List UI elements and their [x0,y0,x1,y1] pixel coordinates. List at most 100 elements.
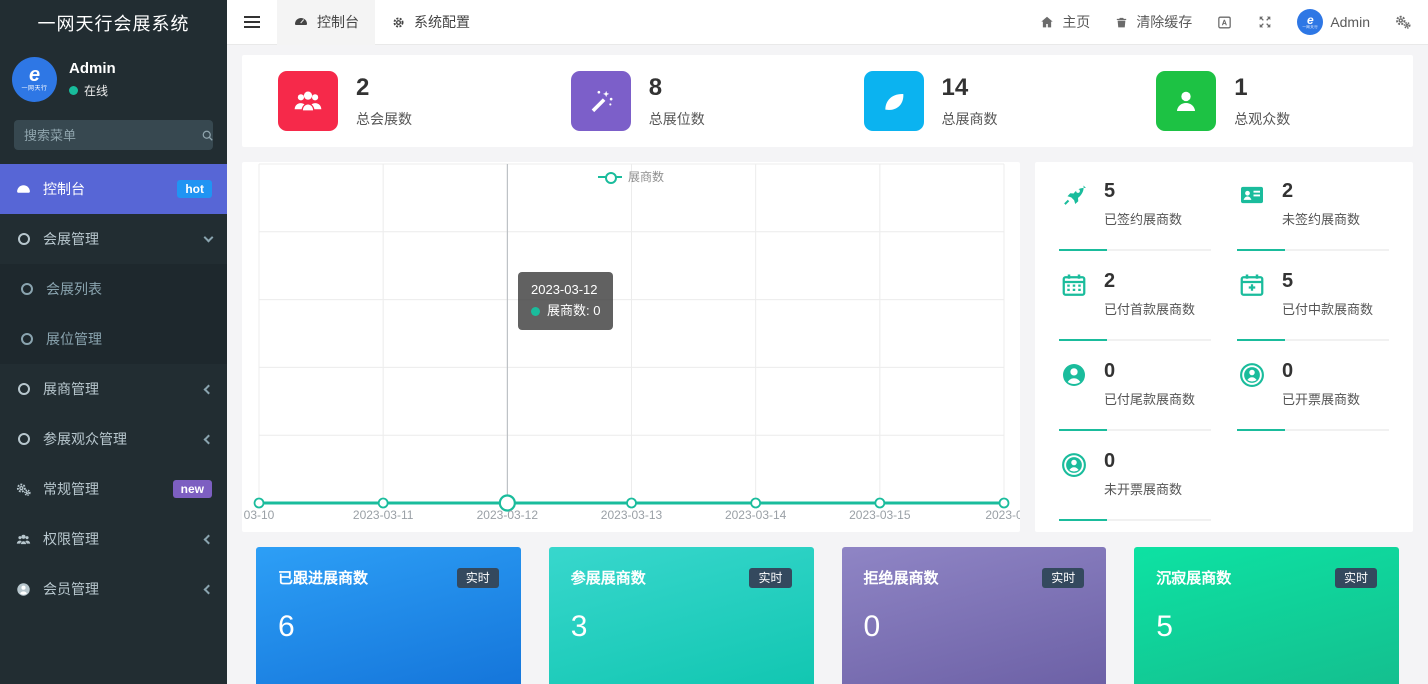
card-title: 参展展商数 [571,567,646,588]
sidebar-toggle-button[interactable] [227,0,277,45]
stat-total-visitors: 1 总观众数 [1120,71,1413,131]
gears-icon [15,481,32,498]
metric-label: 已开票展商数 [1282,389,1360,408]
tab-dashboard[interactable]: 控制台 [277,0,375,45]
metric-label: 未开票展商数 [1104,479,1182,498]
metric-value: 2 [1282,180,1360,203]
sidebar-item-label: 参展观众管理 [43,429,127,449]
tab-label: 系统配置 [414,12,470,32]
sidebar-item-member-mgmt[interactable]: 会员管理 [0,564,227,614]
user-name: Admin [69,60,116,77]
sidebar-item-booth-mgmt[interactable]: 展位管理 [0,314,227,364]
sidebar-item-exhibition-mgmt[interactable]: 会展管理 [0,214,227,264]
fullscreen-icon [1257,14,1273,30]
x-axis-tick-label: 03-10 [244,508,275,522]
search-icon [200,128,215,143]
metric-value: 5 [1282,270,1373,293]
line-chart-canvas[interactable] [242,162,1020,532]
logo-mini-text: 一网天行 [1302,25,1318,30]
sidebar-item-label: 常规管理 [43,479,99,499]
metric-label: 已签约展商数 [1104,209,1182,228]
legend-line-marker-icon [598,172,622,182]
stat-total-exhibitors: 14 总展商数 [828,71,1121,131]
sidebar-item-exhibitor-mgmt[interactable]: 展商管理 [0,364,227,414]
user-menu[interactable]: e 一网天行 Admin [1297,9,1370,35]
wand-icon [571,71,631,131]
settings-gears-icon [1394,13,1412,31]
stat-label: 总观众数 [1234,109,1290,129]
realtime-badge: 实时 [1042,568,1084,588]
topbar: 控制台 系统配置 主页 清除缓存 e 一网天行 Admin [227,0,1428,45]
hot-badge: hot [177,180,212,198]
chart-legend-item[interactable]: 展商数 [598,168,664,185]
realtime-badge: 实时 [457,568,499,588]
online-dot-icon [69,86,78,95]
users-icon [15,531,32,548]
leaf-icon [864,71,924,131]
sidebar: 一网天行会展系统 e 一网天行 Admin 在线 控制台 hot 会展管理 [0,0,227,684]
menu-search-input[interactable] [24,128,200,143]
x-axis-tick-label: 2023-0 [985,508,1020,522]
card-followed-exhibitors: 已跟进展商数 实时 6 [256,547,521,684]
user-avatar: e 一网天行 [12,57,57,102]
sidebar-menu: 控制台 hot 会展管理 会展列表 展位管理 展商管理 参展观众管理 [0,164,227,614]
rocket-icon [1059,180,1089,264]
metric-value: 2 [1104,270,1195,293]
sidebar-item-exhibition-list[interactable]: 会展列表 [0,264,227,314]
app-logo-title[interactable]: 一网天行会展系统 [0,0,227,45]
card-dormant-exhibitors: 沉寂展商数 实时 5 [1134,547,1399,684]
exhibitor-trend-chart[interactable]: 展商数 2023-03-12 展商数: 0 03-102023-03-11202… [242,162,1020,532]
chevron-down-icon [204,233,214,243]
metric-divider [1059,249,1211,251]
user-circle-icon [1059,450,1089,534]
legend-label: 展商数 [628,168,664,185]
card-value: 6 [278,610,499,644]
circle-icon [18,333,35,345]
admin-label: Admin [1330,14,1370,30]
stat-label: 总展位数 [649,109,705,129]
metric-divider [1237,339,1389,341]
logo-swoosh-icon: e [29,67,40,83]
home-link[interactable]: 主页 [1039,12,1090,32]
logo-swoosh-icon: e [1307,15,1314,25]
clear-cache-button[interactable]: 清除缓存 [1114,12,1192,32]
chevron-left-icon [204,584,214,594]
search-button[interactable] [200,128,215,143]
metric-divider [1059,429,1211,431]
sidebar-item-label: 会展管理 [43,229,99,249]
x-axis-tick-label: 2023-03-13 [601,508,662,522]
language-button[interactable] [1216,14,1233,31]
sidebar-item-dashboard[interactable]: 控制台 hot [0,164,227,214]
stat-value: 2 [356,74,412,102]
metric-signed: 5 已签约展商数 [1059,174,1211,264]
x-axis-tick-label: 2023-03-15 [849,508,910,522]
sidebar-item-label: 会员管理 [43,579,99,599]
card-title: 沉寂展商数 [1156,567,1231,588]
card-participating-exhibitors: 参展展商数 实时 3 [549,547,814,684]
circle-icon [15,383,32,395]
sidebar-item-general-mgmt[interactable]: 常规管理 new [0,464,227,514]
card-value: 3 [571,610,792,644]
trash-icon [1114,15,1129,30]
users-icon [278,71,338,131]
metric-divider [1059,339,1211,341]
metric-label: 已付首款展商数 [1104,299,1195,318]
card-title: 已跟进展商数 [278,567,368,588]
gear-icon [391,15,406,30]
metric-divider [1237,249,1389,251]
card-rejected-exhibitors: 拒绝展商数 实时 0 [842,547,1107,684]
x-axis-tick-label: 2023-03-11 [353,508,414,522]
circle-icon [18,283,35,295]
tab-system-config[interactable]: 系统配置 [375,0,486,45]
stat-total-booths: 8 总展位数 [535,71,828,131]
user-status-label: 在线 [84,82,108,99]
sidebar-item-permission-mgmt[interactable]: 权限管理 [0,514,227,564]
id-card-icon [1237,180,1267,264]
clear-cache-label: 清除缓存 [1136,12,1192,32]
sidebar-item-visitor-mgmt[interactable]: 参展观众管理 [0,414,227,464]
user-circle-icon [15,581,32,598]
fullscreen-button[interactable] [1257,14,1273,30]
metric-value: 0 [1104,450,1182,473]
settings-button[interactable] [1394,13,1412,31]
metric-first-payment: 2 已付首款展商数 [1059,264,1211,354]
